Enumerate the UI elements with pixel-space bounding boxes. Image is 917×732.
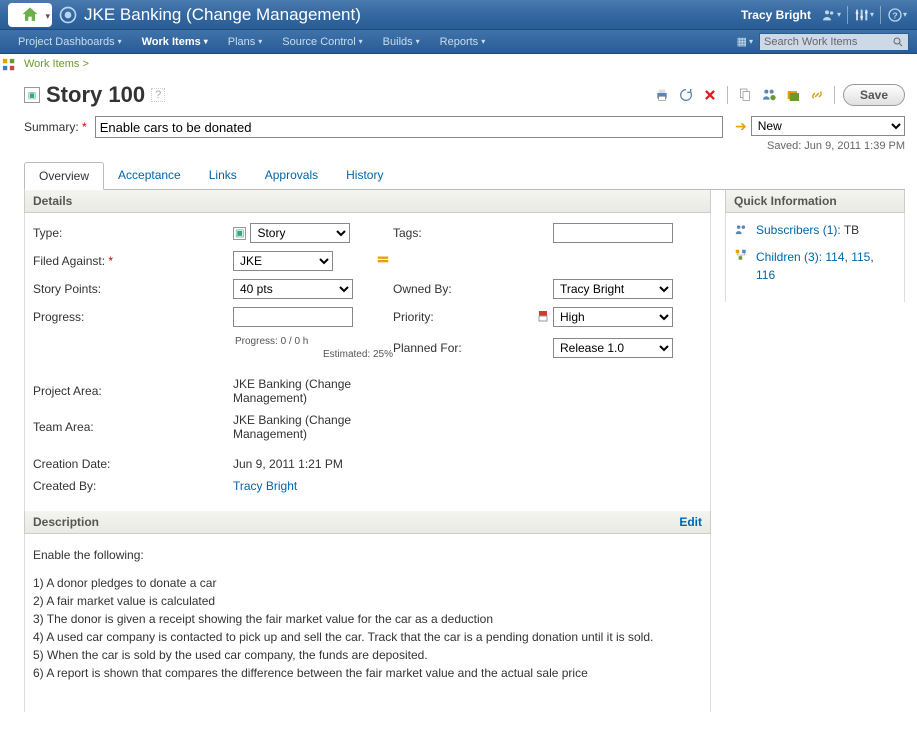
summary-label: Summary: * — [24, 120, 87, 134]
saved-timestamp: Saved: Jun 9, 2011 1:39 PM — [735, 140, 905, 152]
home-button[interactable]: ▾ — [8, 3, 52, 27]
children-link[interactable]: Children (3): — [756, 250, 822, 264]
owned-label: Owned By: — [393, 282, 533, 296]
users-icon[interactable]: ▾ — [821, 5, 841, 25]
link-icon[interactable] — [808, 86, 826, 104]
project-value: JKE Banking (Change Management) — [233, 369, 393, 405]
nav-work-items[interactable]: Work Items▾ — [132, 36, 218, 48]
project-label: Project Area: — [33, 376, 233, 398]
created-date-label: Creation Date: — [33, 449, 233, 471]
help-icon[interactable]: ?▾ — [887, 5, 907, 25]
owned-select[interactable]: Tracy Bright — [553, 279, 673, 299]
story-type-icon: ▣ — [233, 227, 246, 240]
save-button[interactable]: Save — [843, 84, 905, 106]
children-icon — [734, 248, 750, 265]
child-link[interactable]: 116 — [756, 268, 775, 282]
home-icon — [20, 5, 40, 25]
nav-bar: Project Dashboards▾ Work Items▾ Plans▾ S… — [0, 30, 917, 54]
nav-builds[interactable]: Builds▾ — [373, 36, 430, 48]
svg-text:?: ? — [892, 10, 897, 20]
copy-icon[interactable] — [736, 86, 754, 104]
nav-project-dashboards[interactable]: Project Dashboards▾ — [8, 36, 132, 48]
priority-icon — [533, 310, 553, 325]
search-icon — [892, 36, 904, 48]
progress-input[interactable] — [233, 307, 353, 327]
view-mode-menu[interactable]: ▦▾ — [737, 35, 753, 48]
type-select[interactable]: Story — [250, 223, 350, 243]
subscribe-icon[interactable] — [760, 86, 778, 104]
settings-icon[interactable]: ▾ — [854, 5, 874, 25]
tab-acceptance[interactable]: Acceptance — [104, 162, 195, 189]
child-link[interactable]: 115 — [851, 250, 870, 264]
progress-label: Progress: — [33, 310, 233, 324]
help-badge[interactable]: ? — [151, 88, 165, 102]
subscribers-icon — [734, 223, 750, 240]
points-select[interactable]: 40 pts — [233, 279, 353, 299]
created-by-link[interactable]: Tracy Bright — [233, 479, 297, 493]
priority-label: Priority: — [393, 310, 533, 324]
grid-view-icon[interactable] — [0, 54, 20, 79]
edit-description-link[interactable]: Edit — [679, 515, 702, 529]
details-heading: Details — [24, 190, 711, 213]
subscribers-link[interactable]: Subscribers (1): — [756, 223, 841, 237]
title-actions: Save — [653, 84, 905, 106]
tags-input[interactable] — [553, 223, 673, 243]
planned-select[interactable]: Release 1.0 — [553, 338, 673, 358]
workitem-title: Story 100 — [46, 82, 145, 108]
chevron-down-icon: ▾ — [45, 11, 50, 22]
tab-history[interactable]: History — [332, 162, 397, 189]
team-value: JKE Banking (Change Management) — [233, 413, 393, 441]
nav-reports[interactable]: Reports▾ — [430, 36, 496, 48]
workitem-tabs: Overview Acceptance Links Approvals Hist… — [24, 162, 905, 190]
state-select[interactable]: New — [751, 116, 905, 136]
state-arrow-icon: ➔ — [735, 118, 747, 135]
team-label: Team Area: — [33, 420, 233, 434]
search-input[interactable]: Search Work Items — [759, 33, 909, 51]
description-heading: Description Edit — [24, 511, 711, 534]
app-banner: ▾ JKE Banking (Change Management) Tracy … — [0, 0, 917, 30]
filed-label: Filed Against: * — [33, 254, 233, 268]
child-link[interactable]: 114 — [825, 250, 844, 264]
print-icon[interactable] — [653, 86, 671, 104]
tab-links[interactable]: Links — [195, 162, 251, 189]
priority-select[interactable]: High — [553, 307, 673, 327]
current-user[interactable]: Tracy Bright — [741, 8, 811, 22]
delete-icon[interactable] — [701, 86, 719, 104]
progress-meta: Progress: 0 / 0 h Estimated: 25% — [233, 335, 393, 361]
filed-browse-icon[interactable] — [373, 253, 393, 270]
breadcrumb: Work Items > — [24, 58, 905, 70]
refresh-icon[interactable] — [677, 86, 695, 104]
planned-label: Planned For: — [393, 341, 533, 355]
move-icon[interactable] — [784, 86, 802, 104]
description-body: Enable the following: 1) A donor pledges… — [24, 534, 711, 712]
points-label: Story Points: — [33, 282, 233, 296]
app-icon — [58, 5, 78, 25]
tab-overview[interactable]: Overview — [24, 162, 104, 190]
breadcrumb-link[interactable]: Work Items — [24, 58, 79, 70]
app-title: JKE Banking (Change Management) — [84, 5, 361, 25]
quickinfo-heading: Quick Information — [725, 190, 905, 213]
created-by-label: Created By: — [33, 479, 233, 493]
nav-plans[interactable]: Plans▾ — [218, 36, 273, 48]
tags-label: Tags: — [393, 226, 533, 240]
type-label: Type: — [33, 226, 233, 240]
nav-source-control[interactable]: Source Control▾ — [272, 36, 372, 48]
story-icon: ▣ — [24, 87, 40, 103]
filed-select[interactable]: JKE — [233, 251, 333, 271]
tab-approvals[interactable]: Approvals — [251, 162, 332, 189]
summary-input[interactable] — [95, 116, 723, 138]
created-date-value: Jun 9, 2011 1:21 PM — [233, 449, 393, 471]
